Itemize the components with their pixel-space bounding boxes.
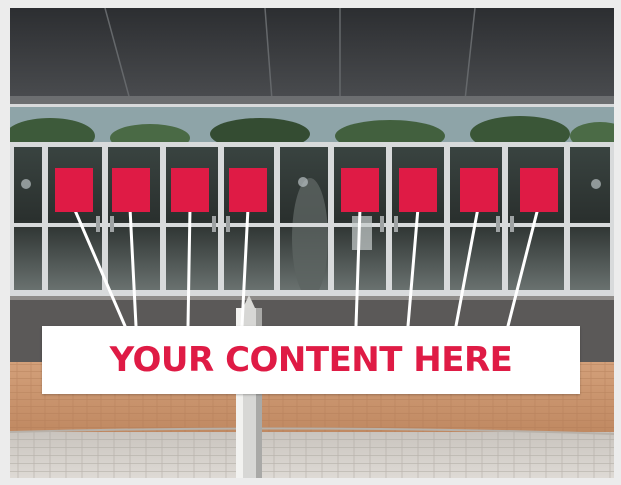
- storefront-scene: [10, 8, 614, 478]
- canopy: [10, 8, 614, 100]
- placeholder-square-2: [112, 168, 150, 212]
- placeholder-square-1: [55, 168, 93, 212]
- photo-mockup: YOUR CONTENT HERE: [10, 8, 614, 478]
- placeholder-square-3: [171, 168, 209, 212]
- placeholder-square-6: [399, 168, 437, 212]
- banner-text: YOUR CONTENT HERE: [109, 340, 513, 380]
- placeholder-square-8: [520, 168, 558, 212]
- placeholder-square-7: [460, 168, 498, 212]
- placeholder-square-4: [229, 168, 267, 212]
- placeholder-square-5: [341, 168, 379, 212]
- content-banner: YOUR CONTENT HERE: [42, 326, 580, 394]
